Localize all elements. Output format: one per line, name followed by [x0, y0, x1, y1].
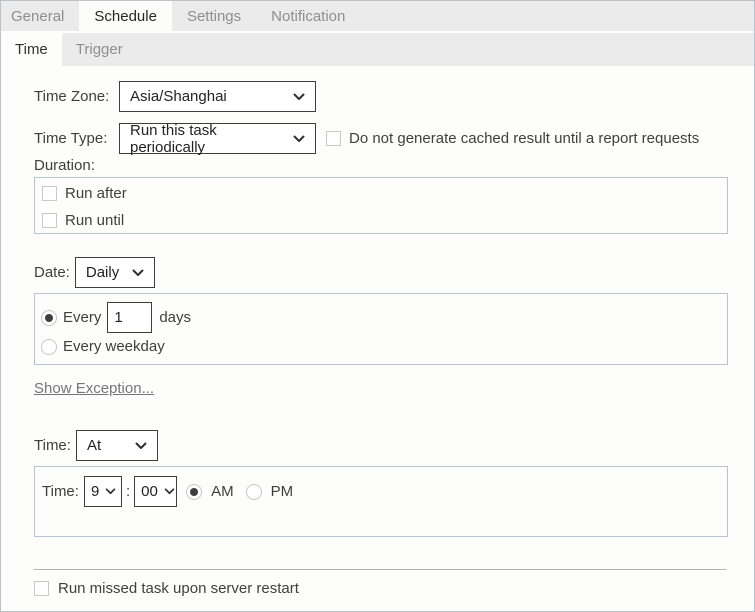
run-missed-label: Run missed task upon server restart: [58, 580, 299, 597]
date-row: Date: Daily: [34, 257, 754, 288]
hour-value: 9: [91, 483, 99, 500]
chevron-down-icon: [135, 442, 147, 450]
time-colon: :: [126, 483, 130, 500]
time-zone-value: Asia/Shanghai: [130, 88, 227, 105]
chevron-down-icon: [105, 488, 116, 495]
cache-result-checkbox[interactable]: [326, 131, 341, 146]
every-days-input[interactable]: [107, 302, 152, 333]
chevron-down-icon: [293, 135, 305, 143]
pm-radio[interactable]: [246, 484, 262, 500]
time-at-box: Time: 9 : 00 AM PM: [34, 466, 728, 537]
every-weekday-label: Every weekday: [63, 338, 165, 355]
tab-settings[interactable]: Settings: [172, 1, 256, 31]
time-mode-select[interactable]: At: [76, 430, 158, 461]
every-n-days-row: Every days: [41, 302, 727, 333]
time-at-label: Time:: [42, 483, 79, 500]
bottom-divider: [34, 569, 726, 570]
time-at-row: Time: 9 : 00 AM PM: [42, 476, 727, 507]
time-type-row: Time Type: Run this task periodically Do…: [34, 123, 754, 154]
tab-general[interactable]: General: [1, 1, 79, 31]
daily-options-box: Every days Every weekday: [34, 293, 728, 365]
hour-select[interactable]: 9: [84, 476, 122, 507]
time-zone-label: Time Zone:: [34, 88, 119, 105]
run-until-label: Run until: [65, 212, 124, 229]
run-after-row: Run after: [42, 185, 727, 202]
time-mode-label: Time:: [34, 437, 71, 454]
run-missed-checkbox[interactable]: [34, 581, 49, 596]
pm-label: PM: [271, 483, 294, 500]
time-tab-content: Time Zone: Asia/Shanghai Time Type: Run …: [1, 66, 754, 597]
time-zone-select[interactable]: Asia/Shanghai: [119, 81, 316, 112]
every-label: Every: [63, 309, 101, 326]
tab-time[interactable]: Time: [1, 33, 62, 66]
run-until-checkbox[interactable]: [42, 213, 57, 228]
time-type-select[interactable]: Run this task periodically: [119, 123, 316, 154]
chevron-down-icon: [164, 488, 175, 495]
show-exception-link[interactable]: Show Exception...: [34, 380, 154, 398]
am-label: AM: [211, 483, 234, 500]
date-select[interactable]: Daily: [75, 257, 155, 288]
run-missed-row: Run missed task upon server restart: [34, 580, 754, 597]
every-weekday-row: Every weekday: [41, 338, 727, 355]
minute-value: 00: [141, 483, 158, 500]
cache-result-label: Do not generate cached result until a re…: [349, 130, 699, 147]
run-after-label: Run after: [65, 185, 127, 202]
am-radio[interactable]: [186, 484, 202, 500]
date-value: Daily: [86, 264, 119, 281]
chevron-down-icon: [293, 93, 305, 101]
date-label: Date:: [34, 264, 70, 281]
time-type-label: Time Type:: [34, 130, 119, 147]
tab-schedule[interactable]: Schedule: [79, 1, 172, 31]
time-type-value: Run this task periodically: [130, 122, 287, 156]
primary-tab-bar: General Schedule Settings Notification: [1, 1, 754, 33]
time-mode-value: At: [87, 437, 101, 454]
run-after-checkbox[interactable]: [42, 186, 57, 201]
minute-select[interactable]: 00: [134, 476, 177, 507]
show-exception-row: Show Exception...: [34, 380, 754, 398]
secondary-tab-bar: Time Trigger: [1, 33, 754, 66]
every-n-days-radio[interactable]: [41, 310, 57, 326]
time-mode-row: Time: At: [34, 430, 754, 461]
days-label: days: [159, 309, 191, 326]
duration-box: Run after Run until: [34, 177, 728, 234]
chevron-down-icon: [132, 269, 144, 277]
tab-notification[interactable]: Notification: [256, 1, 360, 31]
duration-label: Duration:: [34, 158, 754, 174]
every-weekday-radio[interactable]: [41, 339, 57, 355]
run-until-row: Run until: [42, 212, 727, 229]
time-zone-row: Time Zone: Asia/Shanghai: [34, 81, 754, 112]
tab-trigger[interactable]: Trigger: [62, 33, 137, 66]
schedule-panel: General Schedule Settings Notification T…: [0, 0, 755, 612]
